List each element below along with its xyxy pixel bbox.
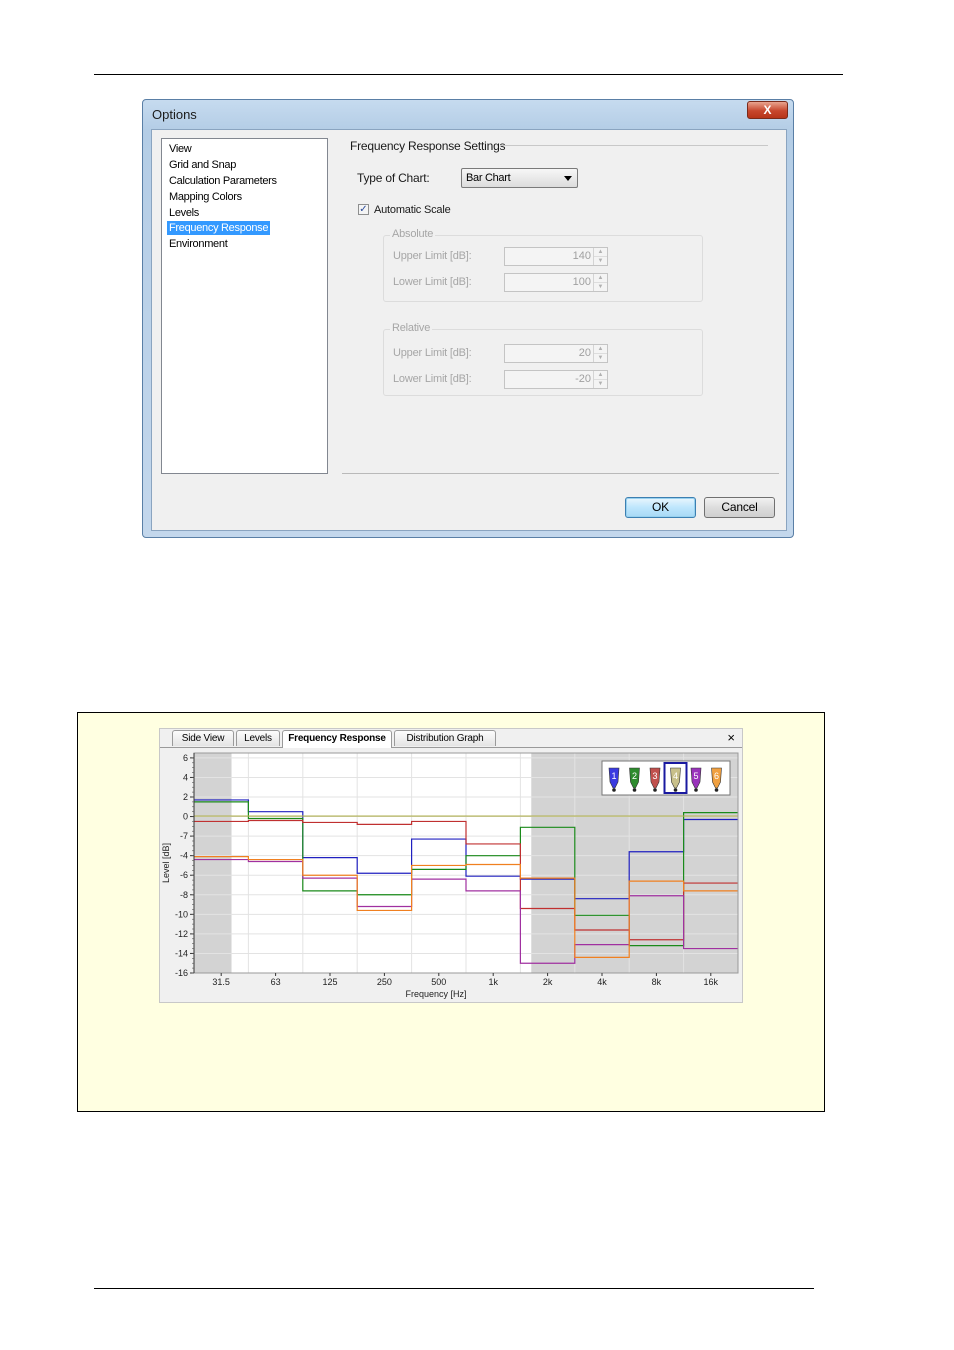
tree-item-mapping-colors[interactable]: Mapping Colors	[167, 190, 244, 204]
legend-marker-label: 5	[693, 771, 698, 781]
absolute-group-title: Absolute	[390, 228, 436, 240]
x-tick-label: 16k	[704, 977, 719, 987]
pin-tip	[694, 788, 698, 792]
section-title: Frequency Response Settings	[350, 139, 506, 153]
y-axis-label: Level [dB]	[161, 843, 171, 883]
pin-tip	[653, 788, 657, 792]
y-tick-label: -6	[180, 870, 188, 880]
frequency-response-chart: 6420-7-4-6-8-10-12-14-1631.5 63 125 250 500 1…	[161, 752, 739, 999]
relative-group-title: Relative	[390, 322, 433, 334]
tab-distribution-graph[interactable]: Distribution Graph	[394, 730, 496, 746]
y-tick-label: 4	[183, 772, 188, 782]
tab-side-view[interactable]: Side View	[172, 730, 234, 746]
spin-buttons[interactable]: ▲ ▼	[593, 345, 607, 362]
bottom-rule	[94, 1288, 814, 1289]
relative-upper-input[interactable]: 20 ▲ ▼	[504, 344, 608, 363]
spin-buttons[interactable]: ▲ ▼	[593, 248, 607, 265]
legend-marker-label: 4	[673, 771, 678, 781]
y-tick-label: 6	[183, 753, 188, 763]
relative-group: Relative Upper Limit [dB]: 20 ▲ ▼ Lower L…	[383, 322, 703, 396]
y-tick-label: -14	[175, 948, 188, 958]
x-tick-label: 2k	[543, 977, 553, 987]
x-tick-label: 500	[431, 977, 446, 987]
tree-item-levels[interactable]: Levels	[167, 206, 201, 220]
pin-tip	[714, 788, 719, 792]
y-tick-label: -12	[175, 929, 188, 939]
cancel-button[interactable]: Cancel	[704, 497, 775, 518]
chart-type-label: Type of Chart:	[357, 171, 430, 185]
absolute-lower-value: 100	[572, 276, 591, 288]
x-tick-label: 125	[322, 977, 337, 987]
absolute-group: Absolute Upper Limit [dB]: 140 ▲ ▼ Lower …	[383, 228, 703, 302]
legend-marker-label: 3	[652, 771, 657, 781]
relative-lower-input[interactable]: -20 ▲ ▼	[504, 370, 608, 389]
options-dialog: Options X View Grid and Snap Calculation…	[142, 99, 794, 538]
section-divider	[500, 145, 768, 146]
close-icon[interactable]: ×	[727, 730, 735, 745]
y-tick-label: -10	[175, 909, 188, 919]
y-tick-label: -16	[175, 968, 188, 978]
footer-divider	[342, 473, 779, 474]
x-axis-label: Frequency [Hz]	[405, 989, 466, 999]
relative-upper-label: Upper Limit [dB]:	[393, 347, 472, 359]
absolute-upper-input[interactable]: 140 ▲ ▼	[504, 247, 608, 266]
dialog-title: Options	[152, 107, 197, 122]
y-tick-label: -8	[180, 890, 188, 900]
y-tick-label: 0	[183, 812, 188, 822]
legend-marker-label: 2	[632, 771, 637, 781]
y-tick-label: -4	[180, 851, 188, 861]
relative-lower-label: Lower Limit [dB]:	[393, 373, 472, 385]
auto-scale-label: Automatic Scale	[374, 204, 451, 216]
x-tick-label: 4k	[597, 977, 607, 987]
chart-type-value: Bar Chart	[466, 172, 511, 184]
shaded-band	[194, 753, 232, 973]
tree-item-environment[interactable]: Environment	[167, 237, 229, 251]
chevron-down-icon	[564, 176, 572, 181]
tab-strip: Side View Levels Frequency Response Dist…	[160, 729, 742, 748]
dialog-body: View Grid and Snap Calculation Parameter…	[151, 129, 787, 531]
spin-buttons[interactable]: ▲ ▼	[593, 371, 607, 388]
chart-type-select[interactable]: Bar Chart	[461, 168, 578, 188]
x-tick-label: 250	[377, 977, 392, 987]
absolute-lower-label: Lower Limit [dB]:	[393, 276, 472, 288]
absolute-upper-label: Upper Limit [dB]:	[393, 250, 472, 262]
tree-item-frequency-response[interactable]: Frequency Response	[167, 221, 271, 235]
relative-upper-value: 20	[578, 347, 591, 359]
frequency-response-window: Side View Levels Frequency Response Dist…	[159, 728, 743, 1003]
legend-marker-label: 6	[714, 771, 719, 781]
auto-scale-checkbox[interactable]: ✓	[358, 204, 369, 215]
tree-item-view[interactable]: View	[167, 142, 193, 156]
relative-lower-value: -20	[575, 373, 591, 385]
top-rule	[94, 74, 843, 75]
spin-buttons[interactable]: ▲ ▼	[593, 274, 607, 291]
x-tick-label: 8k	[652, 977, 662, 987]
x-tick-label: 1k	[488, 977, 498, 987]
pin-tip	[673, 788, 678, 792]
pin-tip	[632, 788, 637, 792]
legend-box	[601, 760, 731, 796]
absolute-upper-value: 140	[572, 250, 591, 262]
y-tick-label: 2	[183, 792, 188, 802]
x-tick-label: 31.5	[212, 977, 230, 987]
tree-item-grid-and-snap[interactable]: Grid and Snap	[167, 158, 238, 172]
pin-tip	[612, 788, 616, 792]
tab-frequency-response[interactable]: Frequency Response	[282, 730, 392, 748]
ok-button[interactable]: OK	[625, 497, 696, 518]
x-tick-label: 63	[271, 977, 281, 987]
tab-levels[interactable]: Levels	[236, 730, 280, 746]
options-tree: View Grid and Snap Calculation Parameter…	[161, 138, 328, 474]
y-tick-label: -7	[180, 831, 188, 841]
absolute-lower-input[interactable]: 100 ▲ ▼	[504, 273, 608, 292]
close-button[interactable]: X	[747, 101, 788, 119]
tree-item-calculation-parameters[interactable]: Calculation Parameters	[167, 174, 279, 188]
legend-marker-label: 1	[611, 771, 616, 781]
